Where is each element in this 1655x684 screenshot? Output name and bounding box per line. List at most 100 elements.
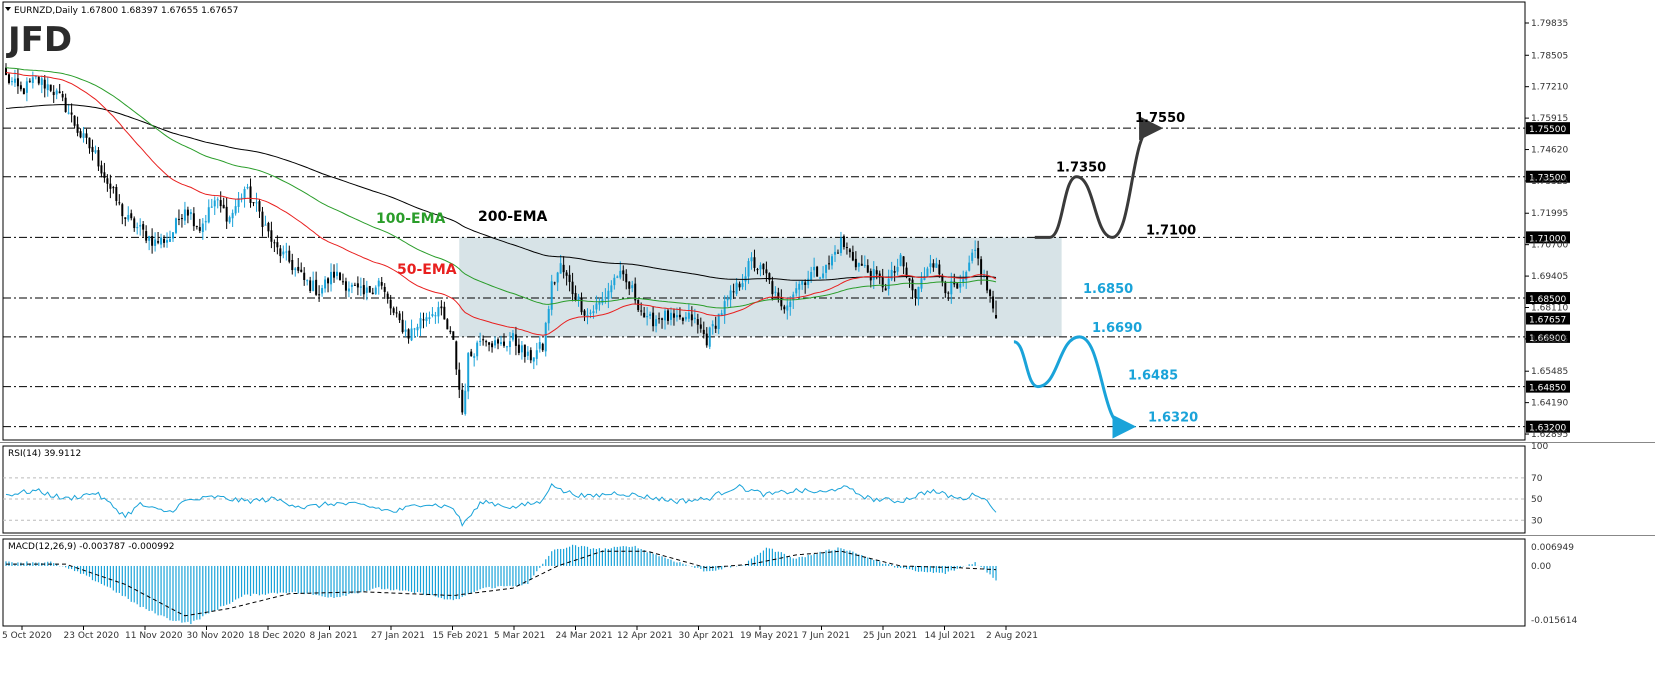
candle-body xyxy=(216,199,219,201)
candle-body xyxy=(798,283,801,290)
candle-body xyxy=(494,340,497,346)
candle-body xyxy=(410,328,413,341)
date-label: 18 Dec 2020 xyxy=(248,631,306,641)
candle-body xyxy=(389,299,392,309)
candle-body xyxy=(207,207,210,223)
jfd-logo: JFD xyxy=(6,20,72,60)
candle-body xyxy=(261,211,264,227)
candle-body xyxy=(720,313,723,316)
candle-body xyxy=(625,273,628,283)
date-label: 23 Oct 2020 xyxy=(64,631,120,641)
date-label: 5 Mar 2021 xyxy=(494,631,545,641)
candle-body xyxy=(681,317,684,321)
candle-body xyxy=(514,334,517,346)
candle-body xyxy=(300,269,303,272)
candle-body xyxy=(446,319,449,330)
candle-body xyxy=(356,283,359,288)
candle-body xyxy=(971,252,974,261)
candle-body xyxy=(765,269,768,274)
candle-body xyxy=(43,79,46,89)
candle-body xyxy=(753,257,756,268)
candle-body xyxy=(992,296,995,309)
rsi-tick-label: 30 xyxy=(1531,516,1543,526)
candle-body xyxy=(55,90,58,95)
candle-body xyxy=(464,390,467,414)
candle-body xyxy=(944,282,947,294)
candle-body xyxy=(171,232,174,239)
price-tick-label: 1.68110 xyxy=(1531,304,1568,314)
candle-body xyxy=(750,257,753,262)
candle-body xyxy=(19,85,22,90)
candle-body xyxy=(139,225,142,227)
candle-body xyxy=(789,301,792,308)
candle-body xyxy=(344,281,347,291)
price-tick-label: 1.75915 xyxy=(1531,114,1568,124)
candle-body xyxy=(914,289,917,298)
candle-body xyxy=(312,280,315,291)
candle-body xyxy=(687,312,690,319)
macd-tick-label: -0.015614 xyxy=(1531,616,1577,626)
candle-body xyxy=(631,285,634,289)
candle-body xyxy=(935,263,938,268)
key-level-label: 1.6850 xyxy=(1083,282,1133,297)
symbol-info: EURNZD,Daily 1.67800 1.68397 1.67655 1.6… xyxy=(14,6,238,16)
candle-body xyxy=(174,218,177,233)
candle-body xyxy=(321,288,324,294)
candle-body xyxy=(309,280,312,291)
candle-body xyxy=(732,291,735,293)
candle-body xyxy=(962,278,965,283)
candle-body xyxy=(502,341,505,346)
candle-body xyxy=(431,314,434,317)
candle-body xyxy=(97,150,100,167)
candle-body xyxy=(848,249,851,253)
candle-body xyxy=(559,263,562,274)
candle-body xyxy=(228,217,231,223)
candle-body xyxy=(828,263,831,265)
candle-body xyxy=(282,251,285,255)
candle-body xyxy=(437,307,440,317)
candle-body xyxy=(249,186,252,203)
candle-body xyxy=(297,266,300,271)
price-tick-label: 1.66815 xyxy=(1531,335,1568,345)
candle-body xyxy=(586,315,589,317)
candle-body xyxy=(664,310,667,321)
candle-body xyxy=(467,353,470,392)
ema-50-label: 50-EMA xyxy=(397,262,457,278)
candle-body xyxy=(917,286,920,300)
candle-body xyxy=(362,285,365,295)
candle-body xyxy=(902,256,905,267)
candle-body xyxy=(377,280,380,287)
candle-body xyxy=(836,252,839,254)
candle-body xyxy=(532,357,535,362)
candle-body xyxy=(177,218,180,220)
candle-body xyxy=(201,223,204,233)
candle-body xyxy=(449,330,452,333)
candle-body xyxy=(550,281,553,310)
candle-body xyxy=(783,306,786,310)
candle-body xyxy=(359,286,362,288)
candle-body xyxy=(640,310,643,312)
candle-body xyxy=(529,350,532,361)
candle-body xyxy=(133,218,136,229)
candle-body xyxy=(315,279,318,295)
key-level-label: 1.6320 xyxy=(1148,411,1198,426)
candle-body xyxy=(947,292,950,294)
candle-body xyxy=(780,297,783,307)
current-price-label: 1.67657 xyxy=(1529,316,1566,326)
candle-body xyxy=(968,262,971,271)
bearish-scenario-path xyxy=(1013,335,1137,439)
candle-body xyxy=(169,238,172,242)
price-tick-label: 1.71995 xyxy=(1531,209,1568,219)
candle-body xyxy=(693,317,696,320)
candle-body xyxy=(658,318,661,320)
candle-body xyxy=(711,324,714,327)
price-tick-label: 1.70700 xyxy=(1531,241,1568,251)
candle-body xyxy=(699,324,702,329)
candle-body xyxy=(643,312,646,318)
candle-body xyxy=(70,112,73,115)
macd-tick-label: 0.00 xyxy=(1531,562,1551,572)
candle-body xyxy=(544,322,547,352)
candle-body xyxy=(88,137,91,149)
candle-body xyxy=(350,284,353,287)
candle-body xyxy=(616,276,619,278)
